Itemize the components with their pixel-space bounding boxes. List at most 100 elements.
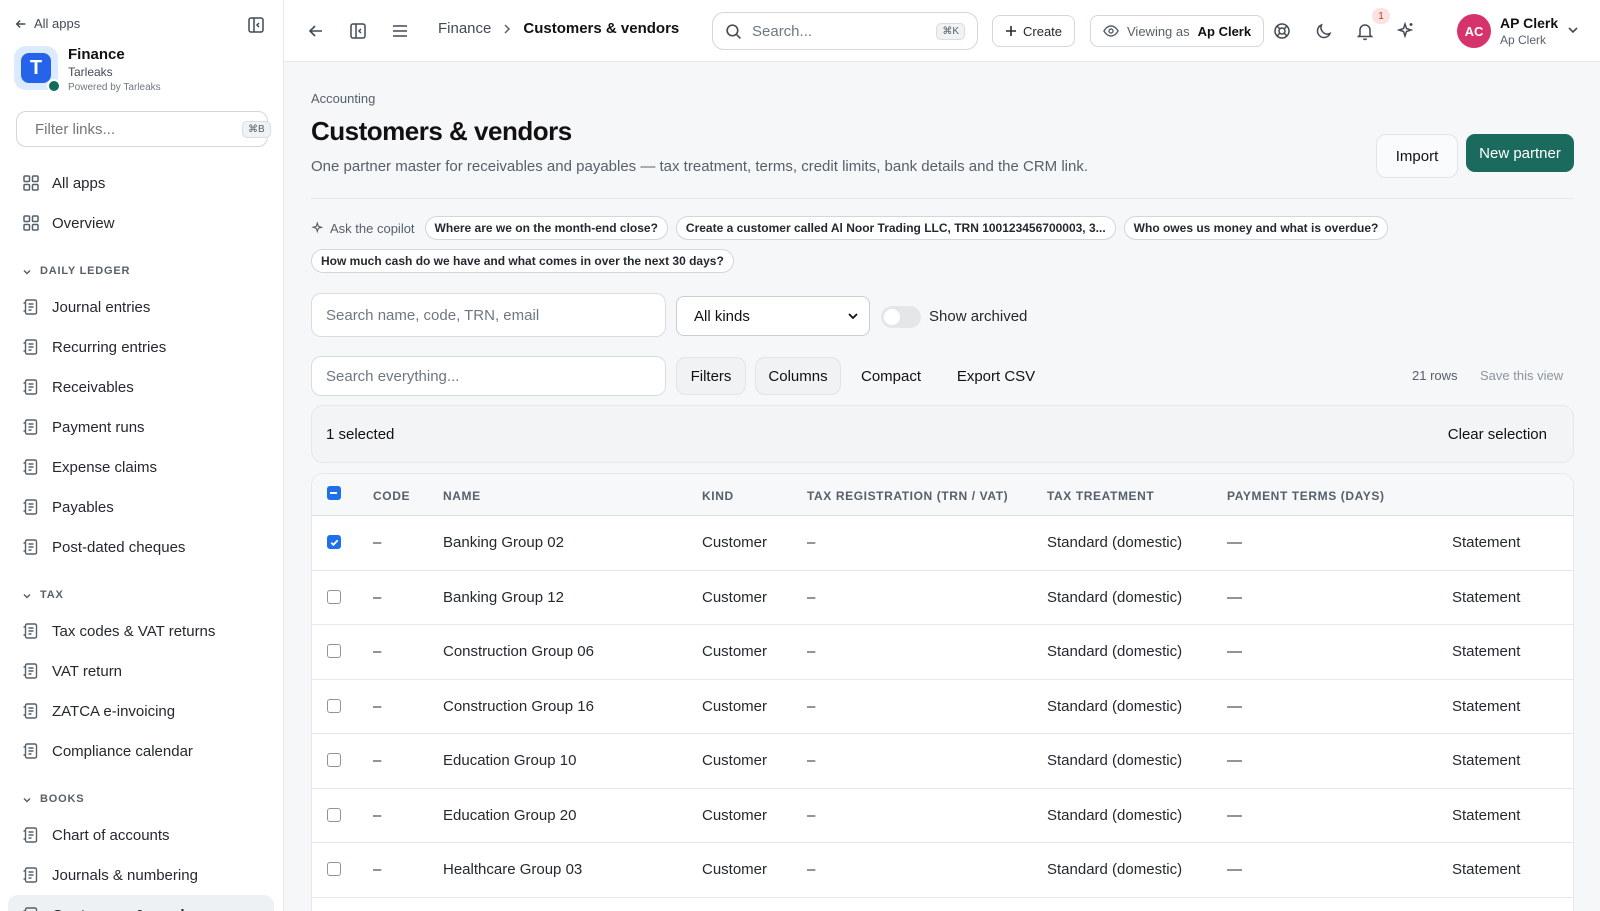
viewing-as-button[interactable]: Viewing as Ap Clerk bbox=[1090, 15, 1265, 47]
sidebar-item-vat-return[interactable]: VAT return bbox=[8, 651, 274, 691]
cell-terms: — bbox=[1227, 697, 1242, 715]
show-archived-toggle[interactable] bbox=[881, 306, 921, 328]
import-button[interactable]: Import bbox=[1376, 134, 1458, 178]
sidebar-item-label: Compliance calendar bbox=[52, 742, 193, 760]
sidebar-item-zatca-e-invoicing[interactable]: ZATCA e-invoicing bbox=[8, 691, 274, 731]
cell-name: Healthcare Group 03 bbox=[443, 861, 583, 878]
row-checkbox[interactable] bbox=[327, 753, 341, 767]
columns-button[interactable]: Columns bbox=[755, 357, 841, 395]
row-checkbox[interactable] bbox=[327, 589, 341, 604]
copilot-suggestions: Ask the copilot Where are we on the mont… bbox=[311, 216, 1581, 273]
column-header-tax-treatment[interactable]: TAX TREATMENT bbox=[1047, 489, 1154, 503]
table-row[interactable]: – Healthcare Group 03 Customer – Standard (d… bbox=[312, 843, 1573, 898]
sidebar-item-tax-codes-and-vat-returns[interactable]: Tax codes & VAT returns bbox=[8, 611, 274, 651]
avatar[interactable]: AC bbox=[1457, 14, 1491, 48]
sidebar-item-payment-runs[interactable]: Payment runs bbox=[8, 407, 274, 447]
indeterminate-mark bbox=[330, 492, 337, 494]
statement-link[interactable]: Statement bbox=[1452, 643, 1520, 660]
sidebar-item-post-dated-cheques[interactable]: Post-dated cheques bbox=[8, 527, 274, 567]
statement-link[interactable]: Statement bbox=[1452, 534, 1520, 551]
clear-selection-button[interactable]: Clear selection bbox=[1448, 426, 1547, 443]
column-header-name[interactable]: NAME bbox=[443, 489, 481, 503]
cell-trn: – bbox=[807, 588, 816, 606]
sidebar-item-receivables[interactable]: Receivables bbox=[8, 367, 274, 407]
sidebar-item-customers-and-vendors[interactable]: Customers & vendors bbox=[8, 895, 274, 911]
back-to-all-apps-link[interactable]: All apps bbox=[14, 16, 80, 31]
new-partner-button[interactable]: New partner bbox=[1466, 134, 1574, 172]
copilot-chip[interactable]: Who owes us money and what is overdue? bbox=[1123, 216, 1389, 240]
statement-link[interactable]: Statement bbox=[1452, 807, 1520, 824]
statement-link[interactable]: Statement bbox=[1452, 589, 1520, 606]
table-header: CODE NAME KIND TAX REGISTRATION (TRN / VAT)… bbox=[312, 474, 1573, 516]
sidebar-item-journals-and-numbering[interactable]: Journals & numbering bbox=[8, 855, 274, 895]
table-row[interactable]: – Banking Group 12 Customer – Standard (dome… bbox=[312, 571, 1573, 625]
table-row[interactable]: – Construction Group 06 Customer – Standard … bbox=[312, 625, 1573, 680]
sidebar-section-daily-ledger[interactable]: DAILY LEDGER bbox=[0, 243, 284, 287]
select-all-checkbox[interactable] bbox=[327, 486, 341, 500]
ledger-doc-icon bbox=[22, 866, 40, 884]
cell-code: – bbox=[373, 752, 382, 769]
sidebar-item-all-apps[interactable]: All apps bbox=[8, 163, 274, 203]
user-menu[interactable]: AP Clerk Ap Clerk bbox=[1500, 15, 1558, 47]
panel-toggle-icon[interactable] bbox=[348, 21, 368, 41]
sidebar-collapse-icon[interactable] bbox=[247, 16, 265, 34]
copilot-chip[interactable]: Create a customer called Al Noor Trading… bbox=[675, 216, 1116, 240]
compact-button[interactable]: Compact bbox=[850, 357, 932, 395]
row-checkbox[interactable] bbox=[327, 807, 341, 822]
copilot-label-text: Ask the copilot bbox=[330, 220, 415, 236]
table-row[interactable]: – Construction Group 16 Customer – Standard … bbox=[312, 680, 1573, 734]
statement-link[interactable]: Statement bbox=[1452, 861, 1520, 878]
global-search[interactable]: Search... ⌘K bbox=[712, 12, 978, 50]
breadcrumb-finance[interactable]: Finance bbox=[438, 20, 491, 37]
save-view-button[interactable]: Save this view bbox=[1480, 368, 1563, 383]
back-arrow-icon[interactable] bbox=[306, 21, 326, 41]
global-table-search-input[interactable]: Search everything... bbox=[311, 356, 666, 396]
menu-icon[interactable] bbox=[390, 21, 410, 41]
help-lifebuoy-icon[interactable] bbox=[1272, 21, 1292, 41]
create-button[interactable]: Create bbox=[992, 15, 1076, 47]
row-checkbox[interactable] bbox=[327, 644, 341, 658]
column-header-kind[interactable]: KIND bbox=[702, 489, 734, 503]
sidebar-section-books[interactable]: BOOKS bbox=[0, 771, 284, 815]
sidebar-item-recurring-entries[interactable]: Recurring entries bbox=[8, 327, 274, 367]
ledger-doc-icon bbox=[22, 538, 40, 556]
partner-search-input[interactable]: Search name, code, TRN, email bbox=[311, 293, 666, 337]
cell-code: – bbox=[373, 806, 382, 824]
table-row[interactable]: – Education Group 10 Customer – Standard (do… bbox=[312, 734, 1573, 789]
kind-select[interactable]: All kinds bbox=[676, 296, 870, 336]
statement-link[interactable]: Statement bbox=[1452, 752, 1520, 769]
export-csv-button[interactable]: Export CSV bbox=[944, 357, 1048, 395]
sparkles-icon[interactable] bbox=[1396, 21, 1416, 41]
sidebar-section-title: TAX bbox=[40, 589, 64, 601]
column-header-tax-registration-trn-vat[interactable]: TAX REGISTRATION (TRN / VAT) bbox=[807, 489, 1008, 503]
sidebar-item-compliance-calendar[interactable]: Compliance calendar bbox=[8, 731, 274, 771]
row-checkbox[interactable] bbox=[327, 535, 341, 549]
sidebar-item-payables[interactable]: Payables bbox=[8, 487, 274, 527]
sparkles-icon bbox=[311, 221, 324, 234]
copilot-chip[interactable]: Where are we on the month-end close? bbox=[424, 216, 668, 240]
moon-icon[interactable] bbox=[1314, 21, 1334, 41]
statement-link[interactable]: Statement bbox=[1452, 698, 1520, 715]
ledger-doc-icon bbox=[22, 298, 40, 316]
bell-icon[interactable] bbox=[1355, 21, 1375, 41]
user-name: AP Clerk bbox=[1500, 15, 1559, 31]
column-header-payment-terms-days[interactable]: PAYMENT TERMS (DAYS) bbox=[1227, 489, 1385, 503]
chevron-down-icon[interactable] bbox=[1566, 23, 1580, 37]
sidebar-item-expense-claims[interactable]: Expense claims bbox=[8, 447, 274, 487]
chevron-right-icon bbox=[504, 23, 511, 34]
table-row[interactable]: – Education Group 20 Customer – Standard (do… bbox=[312, 789, 1573, 843]
sidebar-section-tax[interactable]: TAX bbox=[0, 567, 284, 611]
cell-kind: Customer bbox=[702, 752, 768, 769]
chevron-down-icon bbox=[22, 795, 32, 805]
column-header-code[interactable]: CODE bbox=[373, 489, 410, 503]
sidebar-item-chart-of-accounts[interactable]: Chart of accounts bbox=[8, 815, 274, 855]
sidebar-item-journal-entries[interactable]: Journal entries bbox=[8, 287, 274, 327]
copilot-chip[interactable]: How much cash do we have and what comes … bbox=[311, 249, 734, 273]
sidebar-item-label: Journals & numbering bbox=[52, 866, 198, 884]
sidebar-item-overview[interactable]: Overview bbox=[8, 203, 274, 243]
table-row[interactable]: – Banking Group 02 Customer – Standard (dome… bbox=[312, 516, 1573, 571]
row-checkbox[interactable] bbox=[327, 698, 341, 713]
filters-button[interactable]: Filters bbox=[676, 357, 746, 395]
row-checkbox[interactable] bbox=[327, 862, 341, 876]
filter-links-input[interactable] bbox=[35, 120, 234, 138]
